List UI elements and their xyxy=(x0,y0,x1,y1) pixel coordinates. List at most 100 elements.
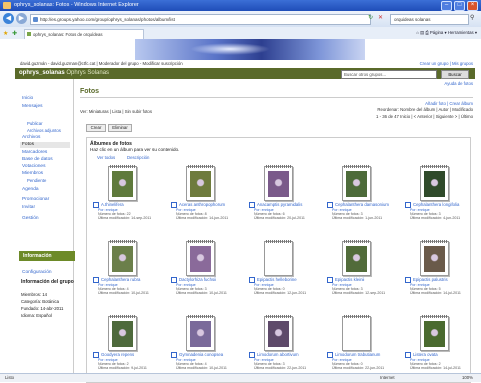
config-link[interactable]: Configuración xyxy=(22,270,52,275)
album-thumbnail[interactable] xyxy=(342,315,371,351)
album-thumbnail[interactable] xyxy=(108,240,137,276)
album-card[interactable]: Dactylorhiza fuchsii Por: enrique Número d… xyxy=(171,240,231,301)
group-search-button[interactable]: Buscar xyxy=(441,70,469,79)
album-title-text[interactable]: Epipactis kleinii xyxy=(335,277,364,282)
album-title-text[interactable]: Limodorum trabutianum xyxy=(335,352,380,357)
album-title-text[interactable]: Cephalanthera rubra xyxy=(101,277,140,282)
album-title-text[interactable]: Listera ovata xyxy=(413,352,438,357)
album-title-text[interactable]: Gymnadenia conopsea xyxy=(179,352,223,357)
feeds-icon[interactable]: ▤ xyxy=(420,30,424,35)
album-thumbnail[interactable] xyxy=(264,315,293,351)
album-mod: Última modificación: 22-jun-2011 xyxy=(254,366,307,370)
stop-icon[interactable]: ✕ xyxy=(376,14,385,23)
group-links[interactable]: Crear un grupo | Mis grupos xyxy=(420,60,473,68)
sidebar-item-miembros[interactable]: Miembros xyxy=(22,171,43,176)
view-all-link[interactable]: Ver todos xyxy=(97,155,115,160)
album-title-text[interactable]: Cephalanthera damasonium xyxy=(335,202,389,207)
sidebar-item-invitar[interactable]: Invitar xyxy=(22,205,35,210)
album-links[interactable]: Añadir foto | Crear álbum xyxy=(425,101,473,106)
album-thumbnail[interactable] xyxy=(342,240,371,276)
sidebar-item-agenda[interactable]: Agenda xyxy=(22,187,39,192)
sidebar-item-base-de-datos[interactable]: Base de datos xyxy=(22,157,53,162)
search-icon[interactable]: ⚲ xyxy=(470,14,474,21)
album-card[interactable]: Limodorum abortivum Por: enrique Número de… xyxy=(249,315,309,376)
favorites-star-icon[interactable]: ★ xyxy=(3,30,8,37)
album-title-text[interactable]: Goodyera repens xyxy=(101,352,134,357)
sidebar-item-votaciones[interactable]: Votaciones xyxy=(22,164,45,169)
sidebar-item-publicar[interactable]: Publicar xyxy=(27,121,43,126)
album-card[interactable]: Cephalanthera damasonium Por: enrique Núme… xyxy=(327,165,389,226)
album-card[interactable]: Cephalanthera longifolia Por: enrique Núme… xyxy=(405,165,465,226)
forward-button[interactable]: ▶ xyxy=(16,13,27,24)
close-button[interactable]: × xyxy=(467,1,478,11)
album-card[interactable]: Epipactis helleborine Por: enrique Número … xyxy=(249,240,309,301)
user-info[interactable]: david.guzmán - david.guzman@ctfc.cat | M… xyxy=(20,60,183,68)
album-thumbnail[interactable] xyxy=(108,165,137,201)
sidebar-item-archivos[interactable]: Archivos xyxy=(22,135,40,140)
create-button[interactable]: Crear xyxy=(86,124,106,132)
sort-options[interactable]: Reordenar: Nombre del álbum | Autor | Mo… xyxy=(377,107,473,112)
album-thumbnail[interactable] xyxy=(186,240,215,276)
album-thumbnail[interactable] xyxy=(108,315,137,351)
print-icon[interactable]: ⎙ xyxy=(425,30,428,35)
album-title-text[interactable]: Dactylorhiza fuchsii xyxy=(179,277,216,282)
album-card[interactable]: Aceras anthropophorum Por: enrique Número … xyxy=(171,165,231,226)
album-card[interactable]: Gymnadenia conopsea Por: enrique Número de… xyxy=(171,315,231,376)
browser-search-input[interactable]: orquideas solanas xyxy=(390,14,469,25)
group-id[interactable]: ophrys_solanas xyxy=(19,70,65,76)
album-thumbnail[interactable] xyxy=(420,240,449,276)
add-favorites-icon[interactable]: ✚ xyxy=(12,30,17,37)
album-card[interactable]: Listera ovata Por: enrique Número de fotos… xyxy=(405,315,465,376)
home-icon[interactable]: ⌂ xyxy=(416,30,419,35)
browser-app-icon xyxy=(3,2,11,9)
maximize-button[interactable]: □ xyxy=(454,1,465,11)
command-bar-menus[interactable]: Página ▾ Herramientas ▾ xyxy=(430,30,477,35)
sidebar-item-fotos[interactable]: Fotos xyxy=(22,142,34,147)
album-thumbnail[interactable] xyxy=(186,165,215,201)
album-thumbnail[interactable] xyxy=(186,315,215,351)
album-card[interactable]: A.thinelifera Por: enrique Número de fotos… xyxy=(93,165,153,226)
album-card[interactable]: Goodyera repens Por: enrique Número de fot… xyxy=(93,315,153,376)
album-thumbnail[interactable] xyxy=(420,315,449,351)
album-card[interactable]: Limodorum trabutianum Por: enrique Número … xyxy=(327,315,387,376)
sidebar-item-archivos-adjuntos[interactable]: Archivos adjuntos xyxy=(27,128,61,133)
album-card[interactable]: Epipactis palustris Por: enrique Número de… xyxy=(405,240,465,301)
album-title-text[interactable]: Anacamptis pyramidalis xyxy=(257,202,302,207)
album-title-text[interactable]: A.thinelifera xyxy=(101,202,124,207)
sidebar-item-promocionar[interactable]: Promocionar xyxy=(22,197,49,202)
sidebar-item-mensajes[interactable]: Mensajes xyxy=(22,104,43,109)
description-link[interactable]: Descripción xyxy=(127,155,149,160)
album-card[interactable]: Anacamptis pyramidalis Por: enrique Número… xyxy=(249,165,309,226)
album-title-text[interactable]: Limodorum abortivum xyxy=(257,352,299,357)
view-options[interactable]: Ver: Miniaturas | Lista | Sin subir foto… xyxy=(80,109,152,114)
album-title-text[interactable]: Aceras anthropophorum xyxy=(179,202,225,207)
category: Categoría: Botánica xyxy=(21,299,59,304)
page-nav[interactable]: 1 - 36 de 47 Inicio | < Anterior | Sigui… xyxy=(376,114,473,119)
album-thumbnail[interactable] xyxy=(342,165,371,201)
album-title-text[interactable]: Epipactis helleborine xyxy=(257,277,297,282)
group-header: ophrys_solanas Ophrys Solanas Buscar otr… xyxy=(15,68,475,79)
album-thumbnail[interactable] xyxy=(420,165,449,201)
refresh-icon[interactable]: ↻ xyxy=(366,14,375,23)
sidebar-item-inicio[interactable]: Inicio xyxy=(22,96,33,101)
album-mod: Última modificación: 10-jul-2011 xyxy=(176,291,227,295)
help-link[interactable]: Ayuda de fotos xyxy=(444,81,473,86)
album-thumbnail[interactable] xyxy=(264,240,293,276)
tab-current[interactable]: ophrys_solanas: Fotos de orquídeas xyxy=(24,29,144,39)
address-bar[interactable]: http://es.groups.yahoo.com/group/ophrys_… xyxy=(30,14,371,25)
delete-button[interactable]: Eliminar xyxy=(108,124,132,132)
back-button[interactable]: ◀ xyxy=(3,13,14,24)
group-search-input[interactable]: Buscar otros grupos... xyxy=(341,70,437,79)
sidebar-item-pendiente[interactable]: Pendiente xyxy=(27,178,46,183)
info-bar[interactable]: Información xyxy=(19,251,75,261)
album-mod: Última modificación: 20-jul-2011 xyxy=(254,216,305,220)
sidebar-item-marcadores[interactable]: Marcadores xyxy=(22,150,47,155)
album-title-text[interactable]: Cephalanthera longifolia xyxy=(413,202,459,207)
album-mod: Última modificación: 10-jul-2011 xyxy=(176,366,227,370)
sidebar-item-gesti-n[interactable]: Gestión xyxy=(22,216,39,221)
album-card[interactable]: Epipactis kleinii Por: enrique Número de f… xyxy=(327,240,387,301)
album-title-text[interactable]: Epipactis palustris xyxy=(413,277,448,282)
minimize-button[interactable]: – xyxy=(441,1,452,11)
album-card[interactable]: Cephalanthera rubra Por: enrique Número de… xyxy=(93,240,153,301)
album-thumbnail[interactable] xyxy=(264,165,293,201)
